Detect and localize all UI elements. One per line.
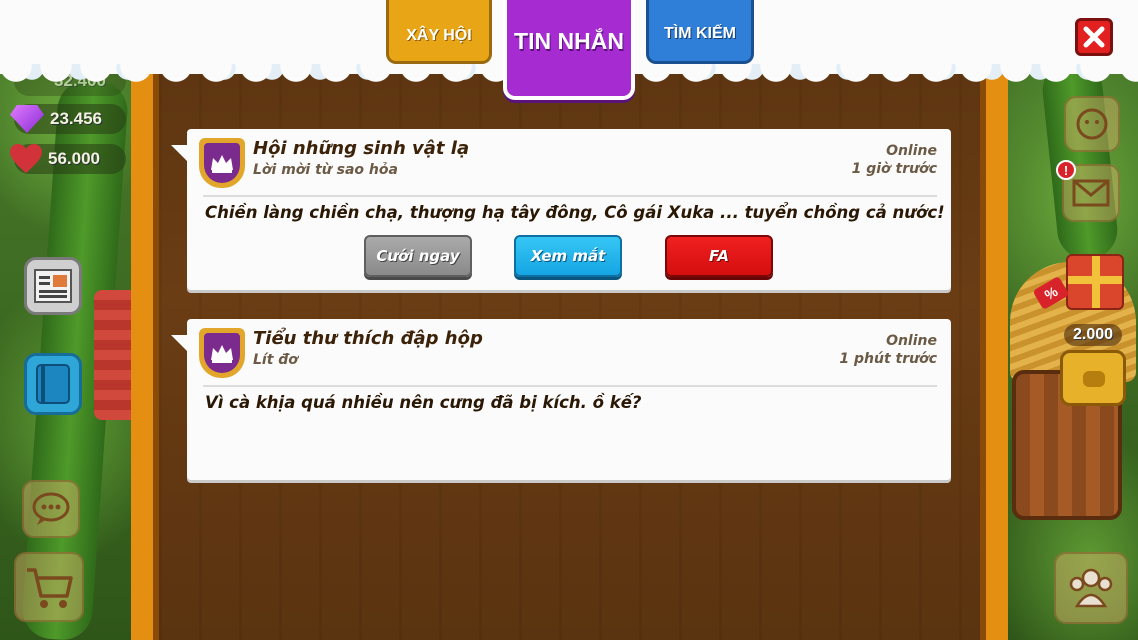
shopping-cart-icon [27,568,73,608]
marry-now-button[interactable]: Cưới ngay [364,235,472,277]
friends-profile-button[interactable] [1064,96,1120,152]
piggy-bank-icon[interactable] [1060,350,1126,406]
tab-tim-kiem-label: TÌM KIẾM [664,24,736,42]
message-body: Vì cà khịa quá nhiều nên cưng đã bị kích… [205,393,642,412]
timestamp: 1 giờ trước [851,161,937,177]
tab-xay-hoi-label: XÂY HỘI [406,26,472,44]
message-subtitle: Lời mời từ sao hỏa [253,162,398,178]
avatar-face-icon [1076,108,1108,140]
community-button[interactable] [1054,552,1128,624]
chest-count: 2.000 [1072,326,1114,343]
people-group-icon [1069,568,1113,608]
view-button[interactable]: Xem mắt [514,235,622,277]
gift-box-icon[interactable] [1066,254,1124,310]
tab-xay-hoi[interactable]: XÂY HỘI [386,0,492,64]
close-icon [1083,26,1105,48]
status-text: Online [886,143,937,159]
divider [203,195,937,197]
tab-tin-nhan-label: TIN NHẮN [514,27,624,54]
tab-tim-kiem[interactable]: TÌM KIẾM [646,0,754,64]
heart-value: 56.000 [48,149,100,168]
guild-name: Tiểu thư thích đập hộp [253,328,483,349]
message-body: Chiền làng chiền chạ, thượng hạ tây đông… [205,203,945,222]
close-button[interactable] [1075,18,1113,56]
crown-icon [211,155,233,173]
shop-button[interactable] [14,552,84,622]
alert-mark: ! [1063,162,1069,178]
marry-now-label: Cưới ngay [376,247,460,265]
message-card: Tiểu thư thích đập hộp Lít đơ Online 1 p… [171,319,951,480]
message-subtitle: Lít đơ [253,352,298,368]
chat-button[interactable] [22,480,80,538]
crown-icon [211,345,233,363]
book-icon [36,364,70,404]
house-roof [94,290,134,420]
envelope-icon [1072,179,1110,207]
guild-emblem-icon [199,328,245,378]
guild-name: Hội những sinh vật lạ [253,138,470,159]
online-status: Online 1 phút trước [839,332,937,368]
online-status: Online 1 giờ trước [852,142,937,178]
chat-bubble-icon [32,492,70,525]
status-text: Online [886,333,937,349]
heart-counter: 56.000 [14,144,126,174]
guild-emblem-icon [199,138,245,188]
gem-value: 23.456 [50,109,102,128]
news-button[interactable] [24,257,82,315]
beanstalk-right [1039,57,1121,263]
tab-tin-nhan[interactable]: TIN NHẮN [503,0,635,100]
timestamp: 1 phút trước [839,351,937,367]
divider [203,385,937,387]
mail-alert-badge: ! [1056,160,1076,180]
gem-counter: 23.456 [10,104,126,134]
message-card: Hội những sinh vật lạ Lời mời từ sao hỏa… [171,129,951,290]
fa-button[interactable]: FA [665,235,773,277]
fa-label: FA [709,247,729,265]
chest-counter: 2.000 [1064,324,1122,346]
guide-book-button[interactable] [24,353,82,415]
newspaper-icon [34,269,72,303]
view-label: Xem mắt [530,247,606,265]
